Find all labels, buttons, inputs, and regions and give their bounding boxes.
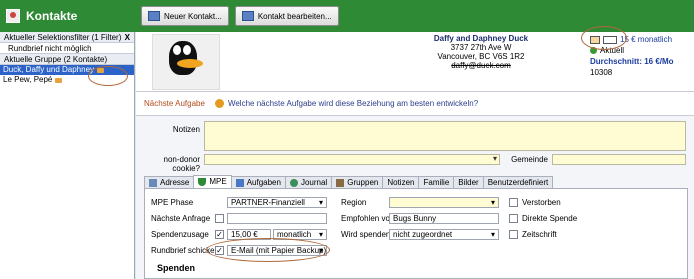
- tab-bar: Adresse MPE Aufgaben Journal Gruppen Not…: [144, 175, 684, 188]
- groups-icon: [336, 178, 345, 187]
- tab-journal[interactable]: Journal: [284, 176, 333, 188]
- highlight-oval: [206, 238, 330, 262]
- magazine-label: Zeitschrift: [522, 230, 557, 239]
- contact-name: Daffy and Daphney Duck: [433, 34, 529, 43]
- contact-street: 3737 27th Ave W: [450, 43, 512, 52]
- contact-email[interactable]: daffy@duck.com: [386, 61, 576, 70]
- contact-address: Daffy and Daphney Duck 3737 27th Ave W V…: [386, 34, 576, 70]
- monthly-amount: 15 € monatlich: [620, 35, 673, 44]
- will-donate-dropdown[interactable]: nicht zugeordnet: [389, 229, 499, 240]
- next-task-link[interactable]: Welche nächste Aufgabe wird diese Bezieh…: [228, 99, 478, 108]
- cookie-dropdown[interactable]: [204, 154, 500, 165]
- new-contact-button[interactable]: Neuer Kontakt...: [141, 6, 229, 26]
- notes-label: Notizen: [172, 125, 200, 134]
- notes-field[interactable]: [204, 121, 686, 151]
- warning-icon: [214, 99, 224, 108]
- referred-label: Empfohlen von: [341, 214, 395, 223]
- tab-gruppen[interactable]: Gruppen: [331, 176, 384, 188]
- new-contact-icon: [148, 11, 160, 21]
- tab-mpe[interactable]: MPE: [193, 175, 232, 188]
- phase-label: MPE Phase: [151, 198, 194, 207]
- region-dropdown[interactable]: [389, 197, 499, 208]
- app-window: Kontakte Neuer Kontakt... Kontakt bearbe…: [0, 0, 694, 279]
- donations-section-title: Spenden: [157, 263, 196, 273]
- filter-header-label: Aktueller Selektionsfilter (1 Filter): [4, 33, 122, 42]
- region-label: Region: [341, 198, 367, 207]
- cookie-label: non-donor cookie?: [163, 155, 200, 173]
- tab-adresse[interactable]: Adresse: [144, 176, 195, 188]
- next-request-label: Nächste Anfrage: [151, 214, 211, 223]
- app-title: Kontakte: [26, 9, 78, 23]
- tasks-icon: [235, 178, 244, 187]
- will-donate-label: Wird spenden?: [341, 230, 395, 239]
- highlight-oval: [88, 66, 128, 86]
- edit-contact-label: Kontakt bearbeiten...: [257, 11, 332, 21]
- contact-id: 10308: [590, 68, 613, 77]
- magazine-checkbox[interactable]: [509, 230, 518, 239]
- direct-donation-label: Direkte Spende: [522, 214, 578, 223]
- highlight-oval: [581, 26, 627, 50]
- mpe-panel: MPE Phase PARTNER-Finanziell Nächste Anf…: [144, 188, 688, 279]
- edit-contact-icon: [241, 11, 254, 21]
- envelope-icon: [55, 77, 63, 83]
- next-request-checkbox[interactable]: [215, 214, 224, 223]
- deceased-checkbox[interactable]: [509, 198, 518, 207]
- tab-familie[interactable]: Familie: [418, 176, 455, 188]
- contact-name: Duck, Daffy und Daphney: [3, 65, 95, 74]
- tab-notizen[interactable]: Notizen: [382, 176, 420, 188]
- community-label: Gemeinde: [511, 155, 548, 164]
- referred-field[interactable]: Bugs Bunny: [389, 213, 499, 224]
- filter-item[interactable]: Rundbrief nicht möglich: [0, 43, 134, 54]
- filter-header: Aktueller Selektionsfilter (1 Filter) X: [0, 32, 134, 43]
- title-bar: Kontakte: [0, 0, 135, 32]
- app-icon: [6, 9, 20, 23]
- pledge-label: Spendenzusage: [151, 230, 209, 239]
- next-task-label: Nächste Aufgabe: [144, 99, 205, 108]
- phase-dropdown[interactable]: PARTNER-Finanziell: [227, 197, 327, 208]
- notes-section: Notizen non-donor cookie? Gemeinde: [136, 117, 694, 173]
- average-amount: Durchschnitt: 16 €/Mo: [590, 57, 674, 66]
- group-header: Aktuelle Gruppe (2 Kontakte): [0, 54, 134, 65]
- tab-benutzerdefiniert[interactable]: Benutzerdefiniert: [482, 176, 554, 188]
- community-field[interactable]: [552, 154, 686, 165]
- tab-aufgaben[interactable]: Aufgaben: [230, 176, 286, 188]
- direct-donation-checkbox[interactable]: [509, 214, 518, 223]
- mpe-icon: [198, 178, 207, 186]
- deceased-label: Verstorben: [522, 198, 561, 207]
- filter-close-button[interactable]: X: [125, 32, 130, 42]
- edit-contact-button[interactable]: Kontakt bearbeiten...: [234, 6, 339, 26]
- contact-name: Le Pew, Pepé: [3, 75, 53, 84]
- contact-photo: [152, 34, 220, 90]
- address-icon: [149, 178, 157, 187]
- next-task-bar: Nächste Aufgabe Welche nächste Aufgabe w…: [136, 92, 694, 116]
- next-request-field[interactable]: [227, 213, 327, 224]
- journal-icon: [289, 178, 298, 187]
- pledge-checkbox[interactable]: ✓: [215, 230, 224, 239]
- contact-city: Vancouver, BC V6S 1R2: [437, 52, 525, 61]
- tab-bilder[interactable]: Bilder: [453, 176, 484, 188]
- new-contact-label: Neuer Kontakt...: [164, 11, 222, 21]
